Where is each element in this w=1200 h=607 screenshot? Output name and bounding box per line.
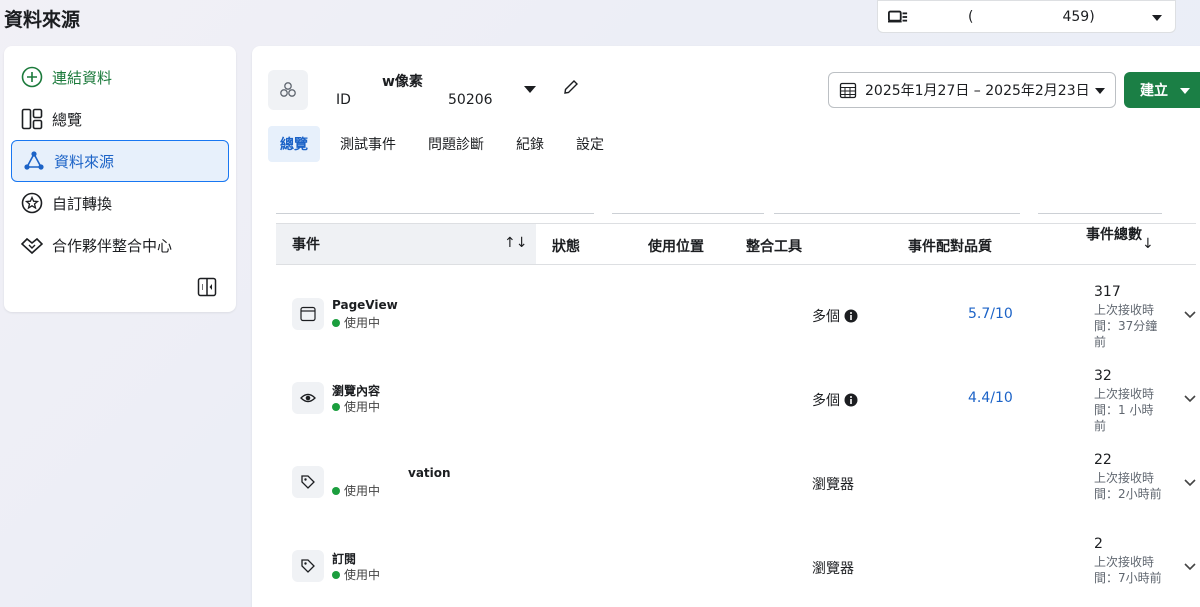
last-received: 上次接收時間：37分鐘前 [1094, 303, 1158, 349]
match-quality-link[interactable]: 5.7/10 [968, 306, 1013, 322]
integration-tool: 多個 [812, 390, 858, 410]
sidebar-item-overview[interactable]: 總覽 [10, 98, 230, 140]
pixel-name: w像素 [382, 74, 423, 90]
tab-test-events[interactable]: 測試事件 [328, 126, 408, 162]
integration-tool: 瀏覽器 [812, 561, 854, 577]
status-badge: 使用中 [332, 482, 380, 499]
filter-field-underline[interactable] [774, 213, 1020, 214]
active-dot-icon [332, 318, 340, 327]
pixel-id-label: ID [336, 92, 351, 108]
filter-field-underline[interactable] [276, 213, 594, 214]
date-range-text: 2025年1月27日 – 2025年2月23日 [865, 83, 1090, 99]
column-header-tools: 整合工具 [746, 239, 802, 255]
active-dot-icon [332, 486, 340, 495]
status-badge: 使用中 [332, 314, 380, 331]
plus-circle-icon [20, 65, 44, 89]
filter-field-underline[interactable] [1038, 213, 1162, 214]
sidebar-item-label: 自訂轉換 [52, 194, 113, 213]
match-quality-link[interactable]: 4.4/10 [968, 390, 1013, 406]
tab-overview[interactable]: 總覽 [268, 126, 320, 162]
event-name: PageView [332, 298, 398, 312]
event-count: 2 [1094, 536, 1103, 552]
chevron-down-icon[interactable] [1184, 556, 1196, 575]
info-icon[interactable] [844, 309, 858, 323]
status-badge: 使用中 [332, 398, 380, 415]
chevron-down-icon[interactable] [1184, 304, 1196, 323]
active-dot-icon [332, 402, 340, 411]
page-title: 資料來源 [4, 9, 81, 31]
handshake-icon [20, 233, 44, 257]
tab-bar: 總覽 測試事件 問題診斷 紀錄 設定 [268, 126, 624, 162]
chevron-down-icon[interactable] [1184, 388, 1196, 407]
table-row[interactable]: 訂閱 使用中 瀏覽器 2 上次接收時間：7小時前 [276, 532, 1200, 607]
status-badge: 使用中 [332, 566, 380, 583]
column-header-event[interactable]: 事件 [276, 224, 536, 264]
column-header-total[interactable]: 事件總數 [1086, 226, 1146, 244]
create-button[interactable]: 建立 [1124, 72, 1200, 108]
account-name: ( 459) [968, 8, 1095, 25]
last-received: 上次接收時間：7小時前 [1094, 555, 1162, 585]
pixel-selector-caret-icon[interactable] [524, 82, 536, 96]
date-range-picker[interactable]: 2025年1月27日 – 2025年2月23日 [828, 72, 1116, 108]
active-dot-icon [332, 570, 340, 579]
tab-history[interactable]: 紀錄 [504, 126, 556, 162]
sort-down-icon[interactable]: ↓ [1142, 236, 1154, 252]
event-count: 22 [1094, 452, 1112, 468]
column-header-quality: 事件配對品質 [908, 239, 992, 255]
tab-diagnostics[interactable]: 問題診斷 [416, 126, 496, 162]
chevron-down-icon [1095, 82, 1105, 98]
eye-icon [292, 382, 324, 414]
event-count: 317 [1094, 284, 1121, 300]
main-panel: w像素 ID 50206 2025年1月27日 – 2025年2月23日 建立 … [252, 46, 1200, 607]
sidebar-item-partner-integrations[interactable]: 合作夥伴整合中心 [10, 224, 230, 266]
table-row[interactable]: 瀏覽內容 使用中 多個 4.4/10 32 上次接收時間：1 小時前 [276, 364, 1200, 448]
column-header-status: 狀態 [552, 239, 580, 255]
pixel-id-value: 50206 [448, 92, 493, 108]
sidebar-item-label: 資料來源 [54, 152, 115, 171]
sidebar-item-label: 合作夥伴整合中心 [52, 236, 173, 255]
business-account-icon [888, 9, 908, 25]
event-count: 32 [1094, 368, 1112, 384]
sidebar-item-connect-data[interactable]: 連結資料 [10, 56, 230, 98]
event-name: 瀏覽內容 [332, 384, 381, 398]
browser-window-icon [292, 298, 324, 330]
table-row[interactable]: vation 使用中 瀏覽器 22 上次接收時間：2小時前 [276, 448, 1200, 532]
collapse-sidebar-icon[interactable] [196, 276, 218, 298]
chevron-down-icon [1149, 9, 1165, 25]
sidebar-item-data-sources[interactable]: 資料來源 [11, 140, 229, 182]
event-name: 訂閱 [332, 552, 357, 566]
column-header-usage: 使用位置 [648, 239, 704, 255]
account-selector[interactable]: ( 459) [877, 0, 1176, 33]
info-icon[interactable] [844, 393, 858, 407]
sidebar-item-label: 連結資料 [52, 68, 113, 87]
integration-tool: 多個 [812, 306, 858, 326]
event-name: vation [408, 466, 451, 480]
chevron-down-icon [1180, 84, 1190, 97]
data-sources-icon [22, 149, 46, 173]
pixel-icon [268, 70, 308, 110]
create-button-label: 建立 [1140, 83, 1168, 99]
table-row[interactable]: PageView 使用中 多個 5.7/10 317 上次接收時間：37分鐘前 [276, 280, 1200, 364]
tab-settings[interactable]: 設定 [564, 126, 616, 162]
tag-icon [292, 466, 324, 498]
last-received: 上次接收時間：2小時前 [1094, 471, 1162, 501]
filter-field-underline[interactable] [612, 213, 764, 214]
calendar-icon [839, 81, 857, 99]
sidebar: 連結資料 總覽 資料來源 自訂轉換 合作夥伴整合中心 [4, 46, 236, 312]
pencil-icon[interactable] [562, 78, 580, 96]
layout-icon [20, 107, 44, 131]
last-received: 上次接收時間：1 小時前 [1094, 387, 1155, 433]
table-header: 事件 ↑↓ 狀態 使用位置 整合工具 事件配對品質 事件總數 ↓ [276, 223, 1196, 265]
sort-icon[interactable]: ↑↓ [504, 235, 527, 251]
star-badge-icon [20, 191, 44, 215]
sidebar-item-label: 總覽 [52, 110, 83, 129]
chevron-down-icon[interactable] [1184, 472, 1196, 491]
integration-tool: 瀏覽器 [812, 477, 854, 493]
sidebar-item-custom-conversions[interactable]: 自訂轉換 [10, 182, 230, 224]
tag-icon [292, 550, 324, 582]
